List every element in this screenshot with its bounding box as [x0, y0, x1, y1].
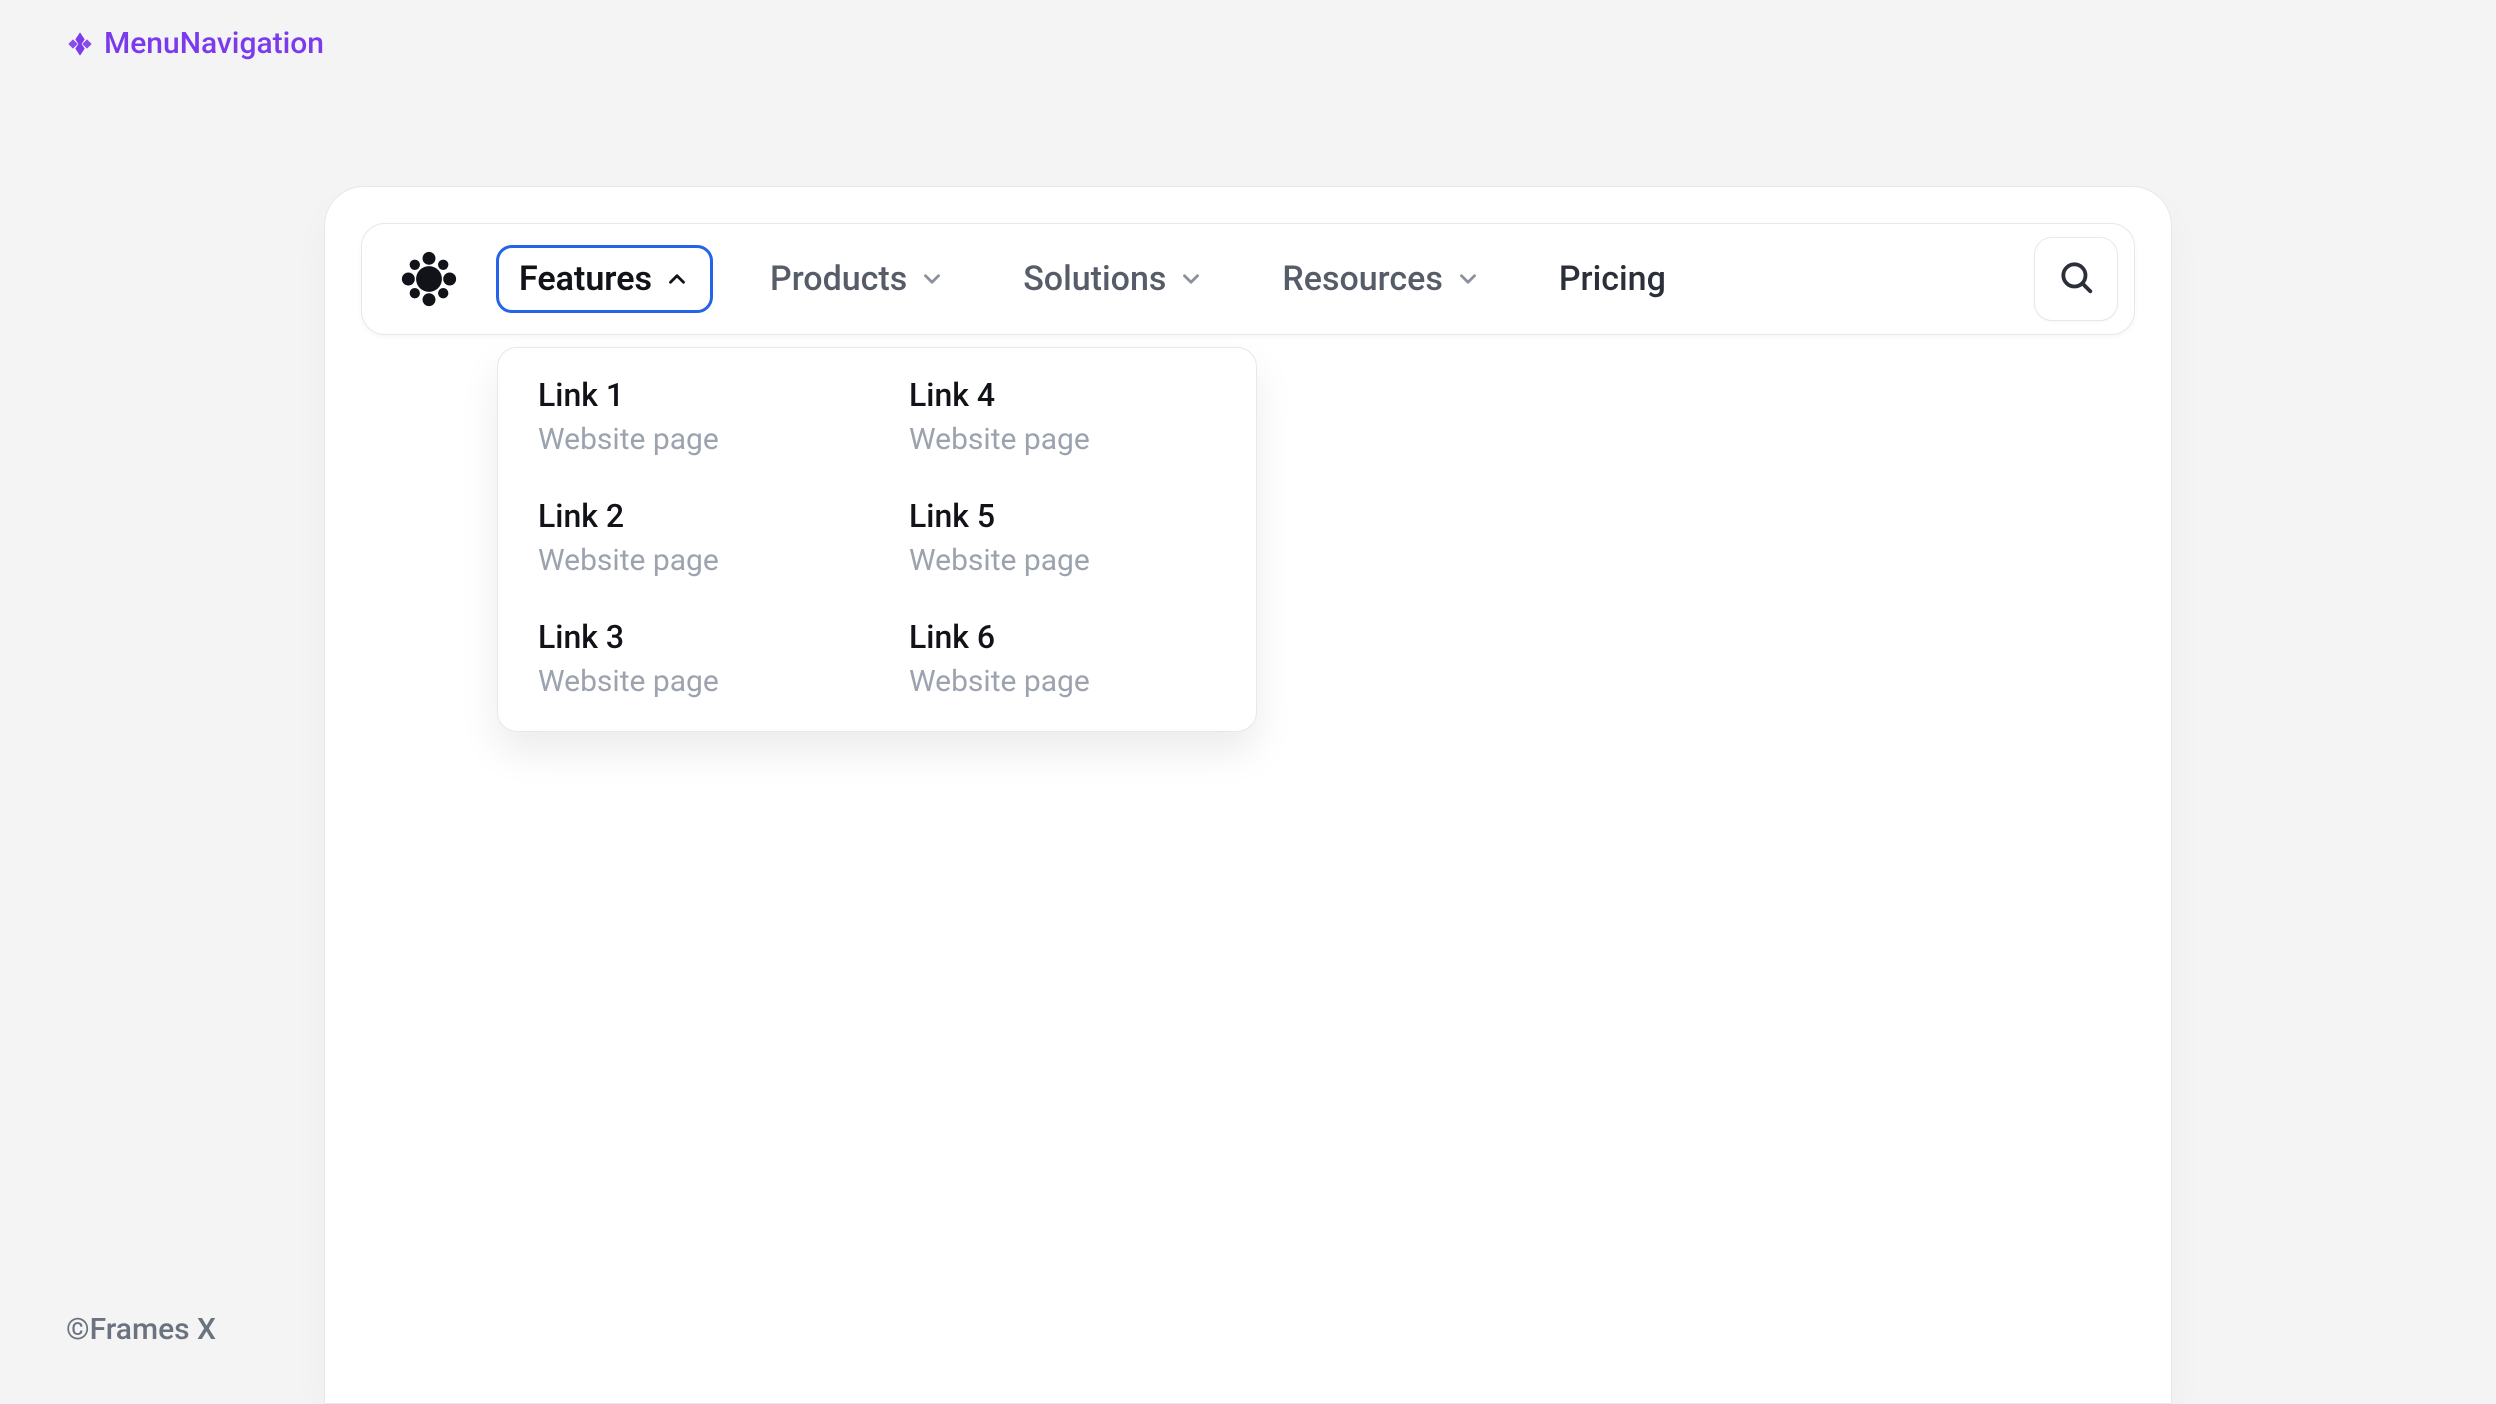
nav-item-label: Pricing: [1559, 262, 1666, 296]
nav-item-features[interactable]: Features: [496, 245, 713, 313]
nav-item-label: Solutions: [1023, 262, 1166, 296]
dropdown-link-5[interactable]: Link 5 Website page: [909, 497, 1216, 578]
nav-item-products[interactable]: Products: [749, 245, 966, 313]
dropdown-link-title: Link 3: [538, 618, 845, 656]
dropdown-link-title: Link 2: [538, 497, 845, 535]
nav-item-pricing[interactable]: Pricing: [1538, 245, 1687, 313]
diamond-icon: [66, 30, 94, 58]
chevron-down-icon: [919, 266, 945, 292]
chevron-down-icon: [1455, 266, 1481, 292]
dropdown-link-2[interactable]: Link 2 Website page: [538, 497, 845, 578]
dropdown-link-3[interactable]: Link 3 Website page: [538, 618, 845, 699]
dropdown-link-sub: Website page: [538, 422, 845, 457]
dropdown-link-4[interactable]: Link 4 Website page: [909, 376, 1216, 457]
dropdown-link-sub: Website page: [909, 422, 1216, 457]
brand-logo-icon[interactable]: [398, 248, 460, 310]
component-badge-label: MenuNavigation: [104, 26, 324, 61]
dropdown-link-title: Link 6: [909, 618, 1216, 656]
dropdown-link-title: Link 4: [909, 376, 1216, 414]
nav-item-label: Products: [770, 262, 907, 296]
search-button[interactable]: [2034, 237, 2118, 321]
credit-text: ©Frames X: [66, 1312, 216, 1347]
preview-canvas: Features Products Solutions: [324, 186, 2172, 1404]
component-badge: MenuNavigation: [66, 26, 324, 61]
dropdown-link-1[interactable]: Link 1 Website page: [538, 376, 845, 457]
chevron-up-icon: [664, 266, 690, 292]
dropdown-link-title: Link 5: [909, 497, 1216, 535]
dropdown-link-title: Link 1: [538, 376, 845, 414]
nav-item-label: Features: [519, 262, 652, 296]
menu-navigation: Features Products Solutions: [361, 223, 2135, 335]
dropdown-link-sub: Website page: [909, 664, 1216, 699]
dropdown-link-sub: Website page: [909, 543, 1216, 578]
dropdown-link-sub: Website page: [538, 543, 845, 578]
dropdown-link-6[interactable]: Link 6 Website page: [909, 618, 1216, 699]
features-dropdown: Link 1 Website page Link 4 Website page …: [497, 347, 1257, 732]
search-icon: [2057, 258, 2095, 300]
dropdown-link-sub: Website page: [538, 664, 845, 699]
nav-item-solutions[interactable]: Solutions: [1002, 245, 1225, 313]
nav-item-resources[interactable]: Resources: [1261, 245, 1501, 313]
nav-item-label: Resources: [1282, 262, 1442, 296]
chevron-down-icon: [1178, 266, 1204, 292]
